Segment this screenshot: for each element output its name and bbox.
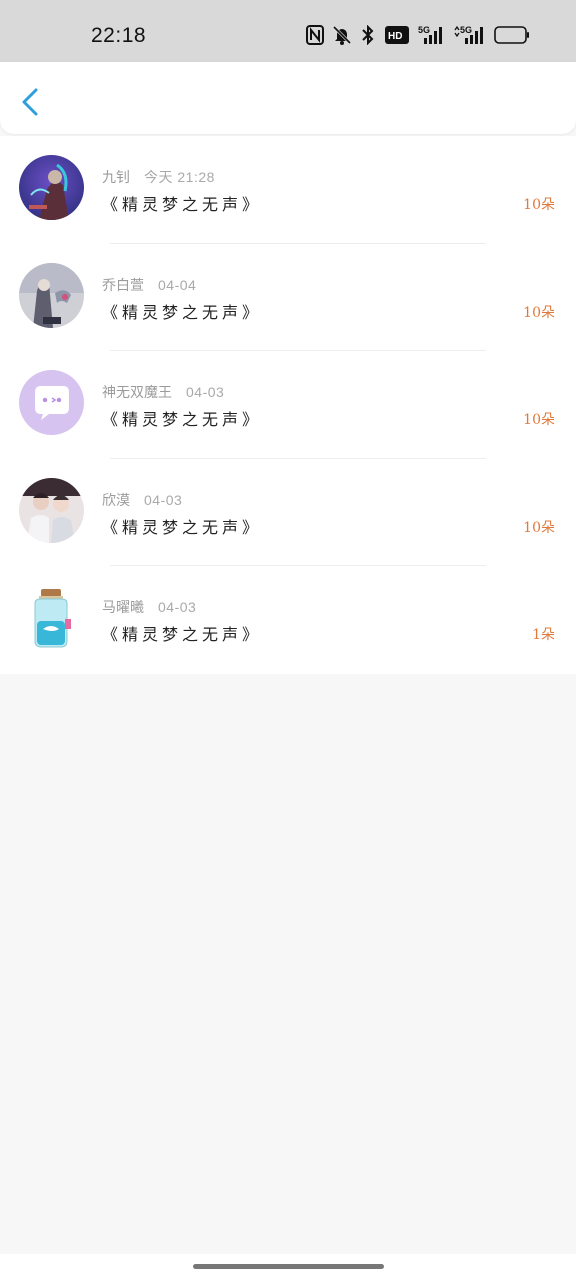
signal-5g-icon: 5G [418,25,444,49]
top-app-bar [0,62,576,134]
svg-text:5G: 5G [460,25,472,35]
list-item[interactable]: 九钊 今天 21:28 《精灵梦之无声》 10朵 [0,136,576,244]
list-item[interactable]: 乔白萱 04-04 《精灵梦之无声》 10朵 [0,244,576,351]
gift-date: 04-03 [144,491,183,508]
status-bar: 22:18 HD 5G 5G [0,0,576,62]
sender-name[interactable]: 九钊 [102,170,130,186]
gift-item-name: 《精灵梦之无声》 [102,195,263,214]
home-indicator[interactable] [193,1264,384,1269]
gift-amount: 10朵 [523,197,555,213]
gift-item-name: 《精灵梦之无声》 [102,410,263,429]
gift-date: 今天 21:28 [144,169,215,185]
gift-item-name: 《精灵梦之无声》 [102,302,263,322]
gift-date: 04-03 [186,384,225,400]
sender-name[interactable]: 马曜曦 [102,600,144,616]
sender-line: 欣漠 04-03 [102,490,182,510]
sender-name[interactable]: 神无双魔王 [102,385,172,401]
gift-item-name: 《精灵梦之无声》 [102,625,263,644]
list-item[interactable]: 马曜曦 04-03 《精灵梦之无声》 1朵 [0,566,576,674]
sender-line: 乔白萱 04-04 [102,275,196,295]
gift-amount: 10朵 [523,519,555,536]
sender-name[interactable]: 乔白萱 [102,278,144,294]
battery-icon [494,26,530,48]
status-icons: HD 5G 5G [306,24,530,49]
avatar[interactable] [19,370,84,435]
gift-record-list: 九钊 今天 21:28 《精灵梦之无声》 10朵 乔白萱 04-04 《精灵梦之无声… [0,136,576,674]
gift-item-name: 《精灵梦之无声》 [102,517,263,537]
sender-line: 神无双魔王 04-03 [102,382,224,402]
back-button[interactable] [14,82,50,122]
status-time: 22:18 [91,24,147,47]
avatar[interactable] [19,262,84,328]
bluetooth-icon [360,24,376,49]
sender-line: 九钊 今天 21:28 [102,167,215,187]
signal-5g-data-icon: 5G [453,25,485,49]
svg-text:HD: HD [388,31,402,42]
gift-amount: 10朵 [523,304,555,321]
list-item[interactable]: 神无双魔王 04-03 《精灵梦之无声》 10朵 [0,351,576,459]
list-item[interactable]: 欣漠 04-03 《精灵梦之无声》 10朵 [0,459,576,566]
gift-amount: 10朵 [523,412,555,428]
avatar[interactable] [19,585,84,650]
chevron-left-icon [22,88,38,116]
nfc-icon [306,25,324,49]
gift-date: 04-04 [158,276,197,293]
avatar[interactable] [19,477,84,543]
mute-bell-icon [332,25,352,49]
hd-icon: HD [385,26,409,48]
sender-name[interactable]: 欣漠 [102,493,130,509]
gift-amount: 1朵 [532,627,555,643]
svg-text:5G: 5G [418,25,430,35]
gift-date: 04-03 [158,599,197,615]
avatar[interactable] [19,155,84,220]
sender-line: 马曜曦 04-03 [102,597,196,617]
